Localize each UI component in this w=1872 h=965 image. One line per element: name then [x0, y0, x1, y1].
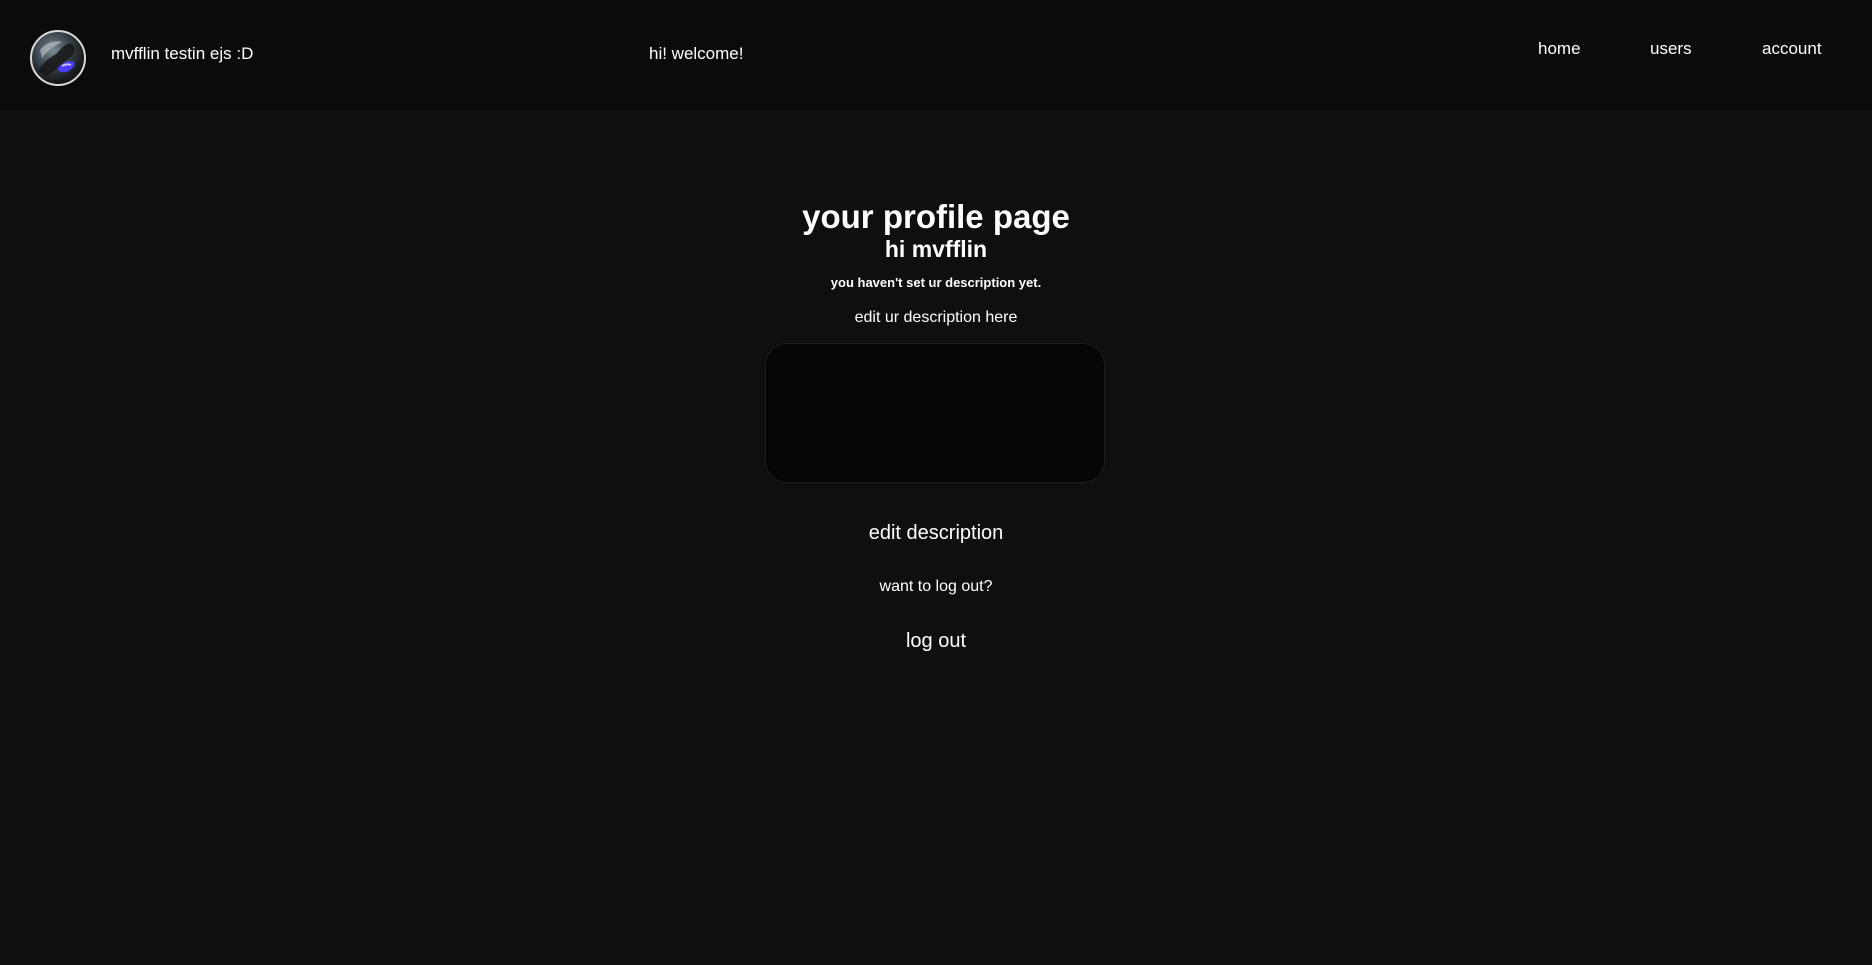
site-title: mvfflin testin ejs :D: [111, 44, 254, 63]
edit-description-button[interactable]: edit description: [836, 520, 1036, 546]
nav-link-users[interactable]: users: [1650, 39, 1692, 59]
top-header: mvfflin testin ejs :D hi! welcome! home …: [0, 0, 1872, 110]
avatar[interactable]: [30, 30, 86, 86]
user-greeting: hi mvfflin: [884, 236, 988, 262]
welcome-message: hi! welcome!: [649, 44, 744, 63]
nav-link-account[interactable]: account: [1762, 39, 1822, 59]
nav-link-home[interactable]: home: [1538, 39, 1581, 59]
logout-button[interactable]: log out: [836, 628, 1036, 654]
description-input[interactable]: [765, 343, 1105, 483]
logout-prompt: want to log out?: [879, 578, 993, 595]
description-status: you haven't set ur description yet.: [830, 275, 1042, 290]
profile-main: your profile page hi mvfflin you haven't…: [0, 110, 1872, 965]
page-title: your profile page: [802, 198, 1070, 235]
avatar-image-icon: [38, 41, 75, 76]
description-field-label: edit ur description here: [854, 309, 1018, 326]
